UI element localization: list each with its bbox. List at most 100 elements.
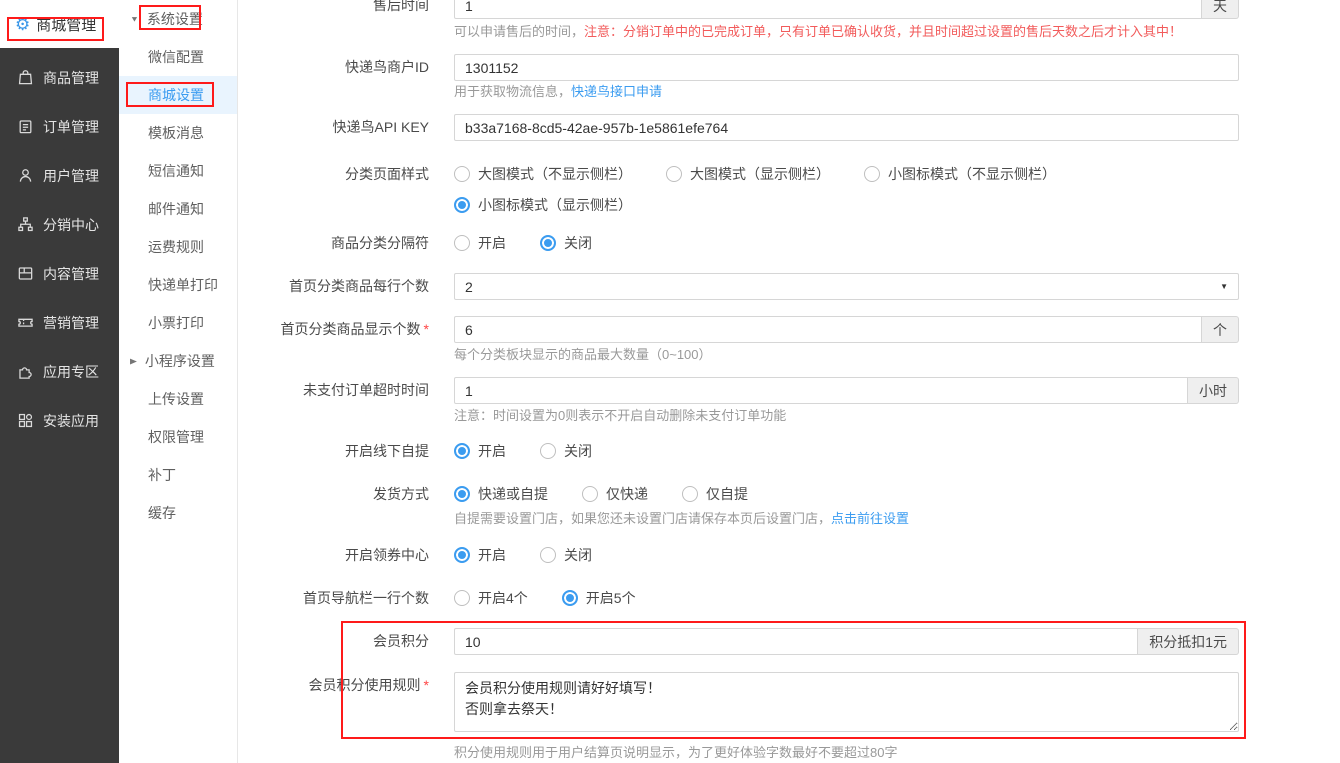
sidebar-item-label: 营销管理: [43, 313, 99, 333]
field-label: 首页分类商品显示个数*: [238, 316, 454, 364]
sidebar-item-content[interactable]: 内容管理: [0, 249, 119, 298]
caret-down-icon: ▼: [130, 15, 139, 24]
submenu-group-system-settings[interactable]: ▼ 系统设置: [119, 0, 237, 38]
unit-addon-count: 个: [1202, 316, 1239, 343]
radio-nav-5[interactable]: 开启5个: [562, 588, 636, 608]
submenu-item-label: 微信配置: [148, 47, 204, 67]
help-text: 每个分类板块显示的商品最大数量（0~100）: [454, 346, 1239, 364]
distribution-tree-icon: [17, 216, 34, 233]
radio-icon: [666, 166, 682, 182]
radio-icon: [540, 443, 556, 459]
radio-pickup-on[interactable]: 开启: [454, 441, 506, 461]
submenu-item-email-notify[interactable]: 邮件通知: [119, 190, 237, 228]
help-text: 用于获取物流信息，快递鸟接口申请: [454, 83, 1239, 101]
radio-coupon-on[interactable]: 开启: [454, 545, 506, 565]
radio-icon: [454, 235, 470, 251]
submenu-item-shipping-rules[interactable]: 运费规则: [119, 228, 237, 266]
radio-small-with-sidebar[interactable]: 小图标模式（显示侧栏）: [454, 195, 632, 215]
submenu-item-patch[interactable]: 补丁: [119, 456, 237, 494]
submenu-item-label: 快递单打印: [148, 275, 218, 295]
required-asterisk: *: [424, 321, 429, 337]
field-label: 会员积分: [238, 628, 454, 655]
store-setup-link[interactable]: 点击前往设置: [831, 511, 909, 526]
submenu-item-template-message[interactable]: 模板消息: [119, 114, 237, 152]
submenu-item-label: 系统设置: [147, 9, 203, 29]
per-row-count-select[interactable]: 2: [454, 273, 1239, 300]
submenu-item-label: 小程序设置: [145, 351, 215, 371]
sidebar-item-goods[interactable]: 商品管理: [0, 53, 119, 102]
radio-express-only[interactable]: 仅快递: [582, 484, 648, 504]
form-row-per-row-count: 首页分类商品每行个数 2 ▼: [238, 273, 1340, 300]
radio-nav-4[interactable]: 开启4个: [454, 588, 528, 608]
form-row-offline-pickup: 开启线下自提 开启 关闭: [238, 442, 1340, 460]
submenu-item-wechat-config[interactable]: 微信配置: [119, 38, 237, 76]
sidebar-item-apps[interactable]: 应用专区: [0, 347, 119, 396]
submenu-item-upload-settings[interactable]: 上传设置: [119, 380, 237, 418]
required-asterisk: *: [424, 677, 429, 693]
marketing-ticket-icon: [17, 314, 34, 331]
sidebar-item-label: 内容管理: [43, 264, 99, 284]
unit-addon-days: 天: [1202, 0, 1239, 19]
radio-pickup-off[interactable]: 关闭: [540, 441, 592, 461]
form-row-after-sale-time: 售后时间 天 可以申请售后的时间，注意：分销订单中的已完成订单，只有订单已确认收…: [238, 0, 1340, 41]
radio-big-no-sidebar[interactable]: 大图模式（不显示侧栏）: [454, 164, 632, 184]
display-count-input[interactable]: [454, 316, 1202, 343]
radio-pickup-only[interactable]: 仅自提: [682, 484, 748, 504]
submenu-item-permissions[interactable]: 权限管理: [119, 418, 237, 456]
radio-icon-checked: [562, 590, 578, 606]
kdn-api-key-input[interactable]: [454, 114, 1239, 141]
field-label: 快递鸟商户ID: [238, 54, 454, 101]
radio-big-with-sidebar[interactable]: 大图模式（显示侧栏）: [666, 164, 830, 184]
sidebar-title: 商城管理: [36, 14, 96, 35]
radio-separator-on[interactable]: 开启: [454, 233, 506, 253]
radio-icon-checked: [454, 443, 470, 459]
submenu-item-waybill-print[interactable]: 快递单打印: [119, 266, 237, 304]
submenu-item-sms-notify[interactable]: 短信通知: [119, 152, 237, 190]
points-rule-textarea[interactable]: 会员积分使用规则请好好填写！ 否则拿去祭天！: [454, 672, 1239, 732]
sidebar-item-marketing[interactable]: 营销管理: [0, 298, 119, 347]
unpaid-timeout-input[interactable]: [454, 377, 1188, 404]
radio-icon: [682, 486, 698, 502]
form-row-unpaid-timeout: 未支付订单超时时间 小时 注意：时间设置为0则表示不开启自动删除未支付订单功能: [238, 377, 1340, 425]
submenu-group-miniprogram[interactable]: ▶ 小程序设置: [119, 342, 237, 380]
caret-right-icon: ▶: [130, 356, 137, 365]
sidebar-item-distribution[interactable]: 分销中心: [0, 200, 119, 249]
submenu-item-cache[interactable]: 缓存: [119, 494, 237, 532]
field-label: 首页导航栏一行个数: [238, 589, 454, 607]
sidebar-header[interactable]: ⚙ 商城管理: [0, 0, 119, 48]
sidebar-item-label: 分销中心: [43, 215, 99, 235]
after-sale-time-input[interactable]: [454, 0, 1202, 19]
field-label: 分类页面样式: [238, 165, 454, 214]
form-row-kdn-merchant-id: 快递鸟商户ID 用于获取物流信息，快递鸟接口申请: [238, 54, 1340, 101]
submenu-item-label: 模板消息: [148, 123, 204, 143]
order-list-icon: [17, 118, 34, 135]
radio-icon: [454, 590, 470, 606]
member-points-input[interactable]: [454, 628, 1138, 655]
content-layout-icon: [17, 265, 34, 282]
points-deduction-addon: 积分抵扣1元: [1138, 628, 1239, 655]
settings-form-panel: 售后时间 天 可以申请售后的时间，注意：分销订单中的已完成订单，只有订单已确认收…: [238, 0, 1340, 763]
submenu-item-label: 上传设置: [148, 389, 204, 409]
form-row-delivery-method: 发货方式 快递或自提 仅快递 仅自提 自提需要设置门店，如果您还未设置门店请保存…: [238, 485, 1340, 528]
submenu-item-label: 邮件通知: [148, 199, 204, 219]
radio-icon-checked: [454, 197, 470, 213]
radio-small-no-sidebar[interactable]: 小图标模式（不显示侧栏）: [864, 164, 1056, 184]
radio-express-or-pickup[interactable]: 快递或自提: [454, 484, 548, 504]
submenu-item-mall-settings[interactable]: 商城设置: [119, 76, 237, 114]
help-text: 自提需要设置门店，如果您还未设置门店请保存本页后设置门店，点击前往设置: [454, 510, 1239, 528]
sidebar-item-label: 商品管理: [43, 68, 99, 88]
unit-addon-hours: 小时: [1188, 377, 1239, 404]
radio-coupon-off[interactable]: 关闭: [540, 545, 592, 565]
radio-icon-checked: [454, 486, 470, 502]
sidebar-item-orders[interactable]: 订单管理: [0, 102, 119, 151]
sidebar-item-label: 应用专区: [43, 362, 99, 382]
submenu-item-receipt-print[interactable]: 小票打印: [119, 304, 237, 342]
kdn-merchant-id-input[interactable]: [454, 54, 1239, 81]
sidebar-item-install[interactable]: 安装应用: [0, 396, 119, 445]
radio-icon: [454, 166, 470, 182]
sidebar-item-users[interactable]: 用户管理: [0, 151, 119, 200]
kdn-apply-link[interactable]: 快递鸟接口申请: [571, 84, 662, 99]
radio-icon: [582, 486, 598, 502]
radio-icon-checked: [540, 235, 556, 251]
radio-separator-off[interactable]: 关闭: [540, 233, 592, 253]
